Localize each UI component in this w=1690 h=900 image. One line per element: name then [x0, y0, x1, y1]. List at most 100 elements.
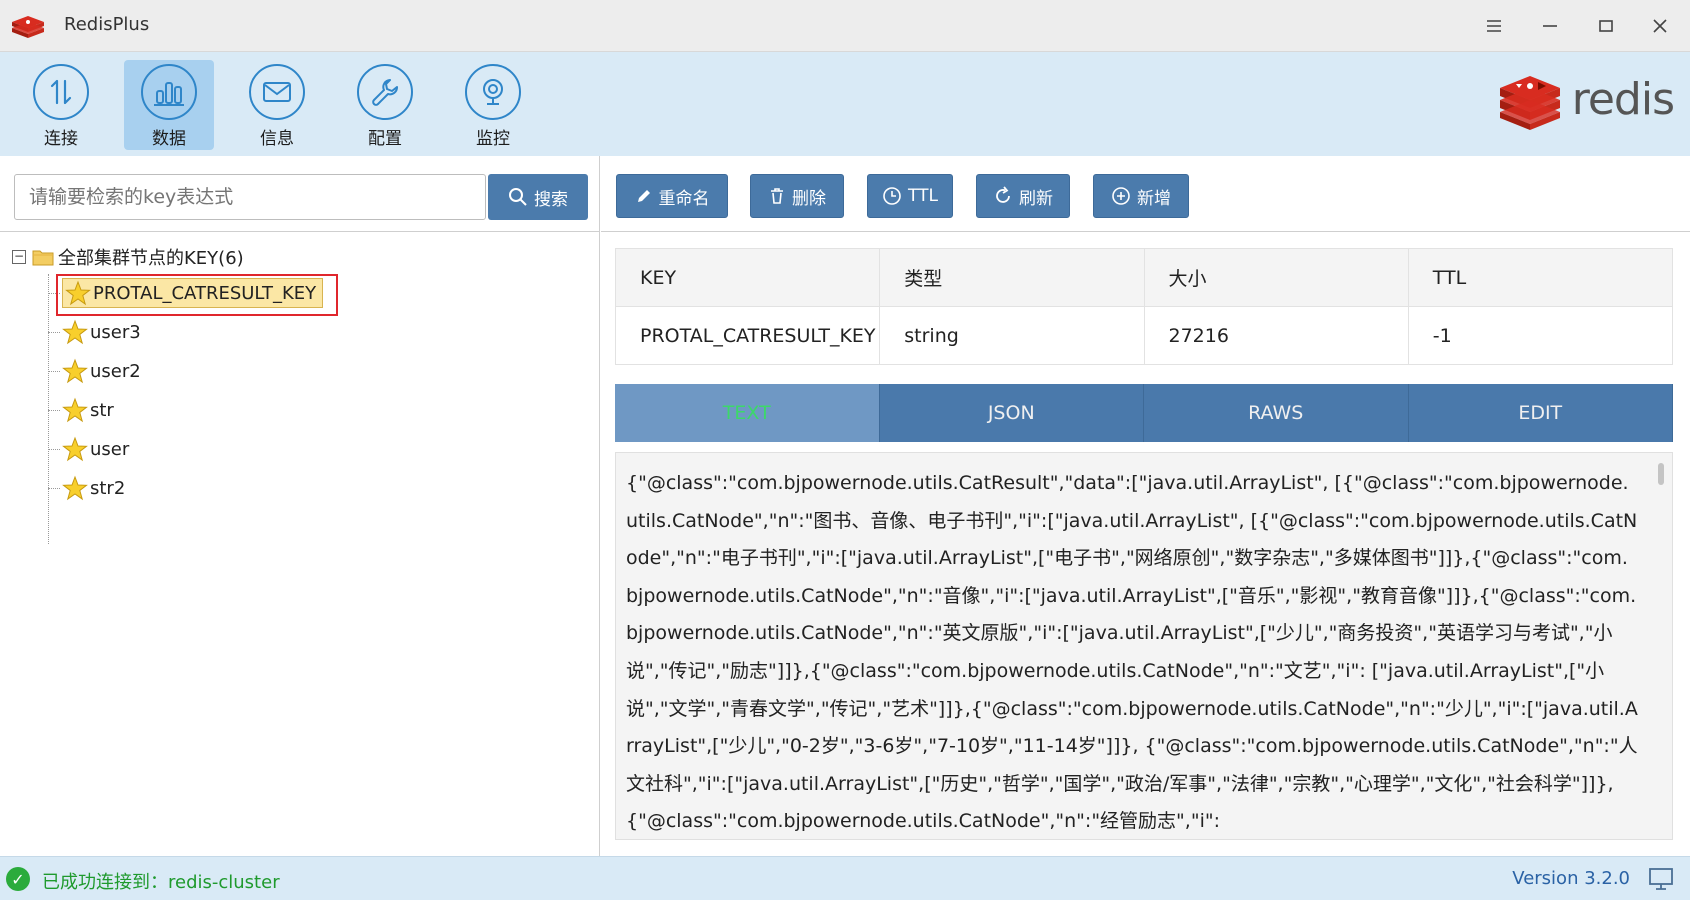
close-button[interactable] [1642, 10, 1678, 42]
key-info-header-row: KEY 类型 大小 TTL [614, 248, 1674, 307]
tree-root-label: 全部集群节点的KEY(6) [58, 248, 244, 269]
search-button-label: 搜索 [534, 189, 568, 210]
menu-button[interactable] [1476, 10, 1512, 42]
search-icon [509, 188, 527, 206]
toolbar-connect-label: 连接 [44, 129, 78, 149]
header-key: KEY [614, 248, 881, 307]
redis-logo-icon [1499, 76, 1560, 130]
value-view-tabs: TEXT JSON RAWS EDIT [615, 384, 1673, 442]
star-key-icon [62, 436, 88, 462]
bar-chart-icon [141, 64, 197, 120]
folder-icon [32, 250, 54, 266]
delete-button-label: 删除 [792, 188, 826, 209]
tree-branch-line [48, 448, 60, 450]
key-info-table: KEY 类型 大小 TTL PROTAL_CATRESULT_KEY strin… [614, 248, 1674, 365]
ttl-button[interactable]: TTL [867, 174, 953, 218]
star-key-icon [62, 397, 88, 423]
mail-icon [249, 64, 305, 120]
header-ttl: TTL [1407, 248, 1674, 307]
menu-icon [1487, 20, 1501, 32]
trash-icon [771, 188, 783, 204]
key-detail-panel: 重命名 删除 TTL 刷新 新增 KEY 类型 大小 TTL PROTAL_CA… [601, 156, 1690, 856]
version-label: Version 3.2.0 [1512, 868, 1630, 889]
main-toolbar: 连接 数据 信息 配置 监控 redis [0, 52, 1690, 156]
search-row: 搜索 [0, 156, 600, 232]
toolbar-data[interactable]: 数据 [124, 60, 214, 150]
connection-status: 已成功连接到：redis-cluster [42, 872, 280, 893]
tree-branch-line [48, 487, 60, 489]
check-circle-icon: ✓ [6, 867, 30, 891]
star-key-icon [62, 319, 88, 345]
tree-item-user[interactable]: user [48, 432, 129, 466]
key-info-value-row: PROTAL_CATRESULT_KEY string 27216 -1 [614, 306, 1674, 365]
tree-item-user2[interactable]: user2 [48, 354, 141, 388]
star-key-icon [62, 475, 88, 501]
tab-text[interactable]: TEXT [615, 384, 880, 442]
monitor-camera-icon [465, 64, 521, 120]
clock-icon [883, 187, 901, 205]
tree-branch-line [48, 331, 60, 333]
tree-item-label: str [90, 399, 114, 421]
value-size: 27216 [1143, 306, 1409, 365]
star-key-icon [62, 358, 88, 384]
search-button[interactable]: 搜索 [488, 174, 588, 220]
toolbar-data-label: 数据 [152, 129, 186, 149]
maximize-icon [1599, 20, 1613, 32]
ttl-button-label: TTL [908, 186, 938, 206]
key-search-input[interactable] [14, 174, 486, 220]
tree-branch-line [48, 370, 60, 372]
toolbar-config-label: 配置 [368, 129, 402, 149]
tab-json[interactable]: JSON [879, 384, 1144, 442]
minimize-button[interactable] [1532, 10, 1568, 42]
header-size: 大小 [1143, 248, 1409, 307]
redis-logo-icon [12, 16, 44, 38]
toolbar-monitor[interactable]: 监控 [448, 60, 538, 150]
header-type: 类型 [879, 248, 1145, 307]
pencil-icon [637, 190, 650, 202]
refresh-icon [996, 186, 1010, 203]
delete-button[interactable]: 删除 [750, 174, 844, 218]
tree-item-label: user2 [90, 360, 141, 382]
wrench-icon [357, 64, 413, 120]
tab-edit[interactable]: EDIT [1408, 384, 1673, 442]
status-bar: ✓ 已成功连接到：redis-cluster Version 3.2.0 [0, 856, 1690, 900]
tree-root[interactable]: − 全部集群节点的KEY(6) [12, 242, 244, 272]
add-button[interactable]: 新增 [1093, 174, 1189, 218]
toolbar-info-label: 信息 [260, 129, 294, 149]
minimize-icon [1543, 25, 1557, 27]
redis-wordmark: redis [1571, 73, 1675, 125]
tree-item-user3[interactable]: user3 [48, 315, 141, 349]
toolbar-connect[interactable]: 连接 [16, 60, 106, 150]
title-bar: RedisPlus [0, 0, 1690, 52]
redis-brand: redis [1496, 68, 1675, 130]
rename-button[interactable]: 重命名 [616, 174, 728, 218]
action-toolbar: 重命名 删除 TTL 刷新 新增 [601, 156, 1690, 232]
monitor-icon[interactable] [1648, 867, 1674, 891]
tree-item-label: user3 [90, 321, 141, 343]
add-button-label: 新增 [1137, 188, 1171, 209]
maximize-button[interactable] [1588, 10, 1624, 42]
connect-arrows-icon [33, 64, 89, 120]
value-text: {"@class":"com.bjpowernode.utils.CatResu… [626, 472, 1638, 833]
toolbar-monitor-label: 监控 [476, 129, 510, 149]
tab-raws[interactable]: RAWS [1144, 384, 1409, 442]
collapse-toggle[interactable]: − [12, 250, 26, 264]
tree-item-str2[interactable]: str2 [48, 471, 125, 505]
app-title: RedisPlus [64, 14, 150, 35]
rename-button-label: 重命名 [658, 188, 710, 209]
refresh-button[interactable]: 刷新 [976, 174, 1070, 218]
key-tree-panel: 搜索 − 全部集群节点的KEY(6) PROTAL_CATRESULT_KEY … [0, 156, 600, 856]
toolbar-info[interactable]: 信息 [232, 60, 322, 150]
value-text-area[interactable]: {"@class":"com.bjpowernode.utils.CatResu… [615, 452, 1673, 840]
value-ttl: -1 [1407, 306, 1674, 365]
tree-branch-line [48, 409, 60, 411]
refresh-button-label: 刷新 [1019, 188, 1053, 209]
value-key: PROTAL_CATRESULT_KEY [614, 306, 881, 365]
toolbar-config[interactable]: 配置 [340, 60, 430, 150]
tree-item-label: str2 [90, 477, 126, 499]
tree-item-str[interactable]: str [48, 393, 114, 427]
value-type: string [879, 306, 1145, 365]
vertical-scrollbar[interactable] [1658, 463, 1664, 485]
selection-annotation-box [56, 274, 338, 316]
plus-circle-icon [1112, 187, 1130, 205]
